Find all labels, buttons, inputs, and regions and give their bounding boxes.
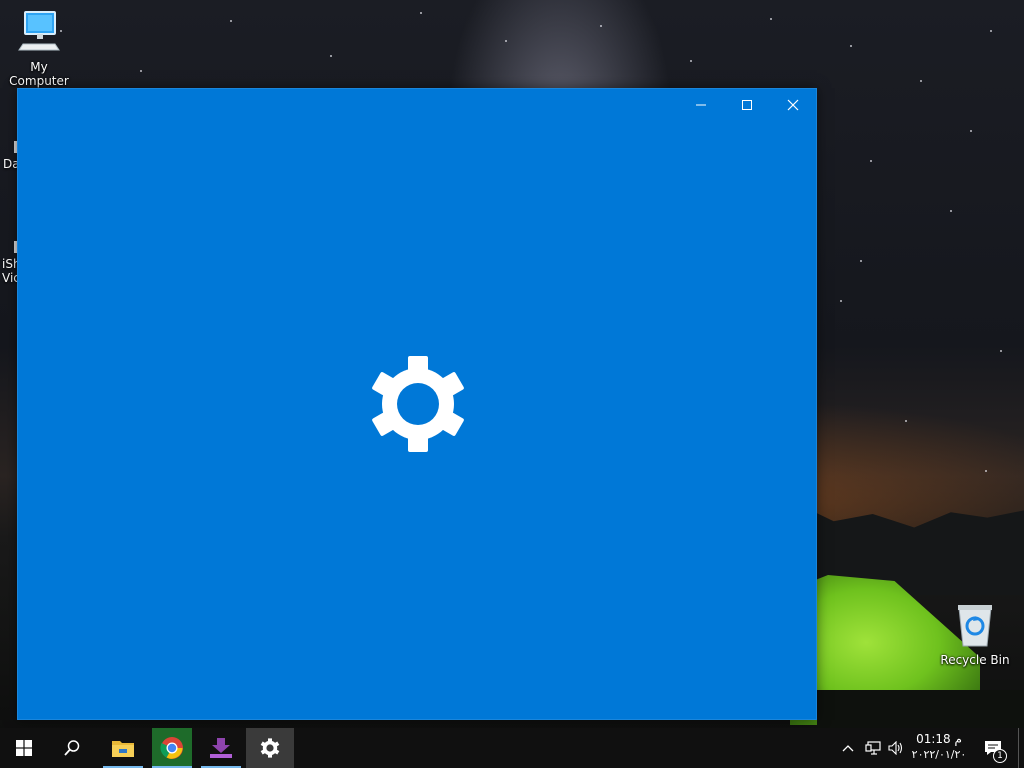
computer-icon [18,11,60,51]
taskbar-downloader[interactable] [201,728,241,768]
desktop-icon-recycle-bin[interactable]: Recycle Bin [940,602,1010,667]
search-icon [64,740,80,756]
taskbar-chrome[interactable] [152,728,192,768]
search-button[interactable] [48,728,96,768]
minimize-icon [696,104,706,106]
settings-gear-icon [372,356,464,452]
action-center-button[interactable]: 1 [978,728,1008,768]
network-tray-button[interactable] [862,728,884,768]
start-button[interactable] [0,728,48,768]
minimize-button[interactable] [678,89,724,121]
taskbar-clock[interactable]: م 01:18 ٢٠٢٢/٠١/٢٠ [908,731,970,763]
chrome-icon [160,737,183,759]
window-controls [678,89,816,121]
desktop-icon-label: Recycle Bin [940,653,1010,667]
show-desktop-button[interactable] [1018,728,1019,768]
clock-time: م 01:18 [916,732,962,746]
clock-date: ٢٠٢٢/٠١/٢٠ [911,748,967,761]
settings-window[interactable] [17,88,817,720]
notification-count-badge: 1 [993,749,1007,763]
folder-icon [112,741,134,757]
taskbar: م 01:18 ٢٠٢٢/٠١/٢٠ 1 [0,728,1024,768]
close-icon [787,99,799,111]
maximize-button[interactable] [724,89,770,121]
recycle-bin-icon [958,605,992,647]
ground [817,690,1024,730]
maximize-icon [742,100,752,110]
show-hidden-icons-button[interactable] [838,728,858,768]
desktop-icon-label: My Computer [9,60,69,88]
taskbar-file-explorer[interactable] [103,728,143,768]
volume-tray-button[interactable] [885,728,907,768]
download-icon [210,738,232,758]
volume-icon [888,741,903,755]
gear-icon [260,738,280,758]
chevron-up-icon [842,745,854,752]
close-button[interactable] [770,89,816,121]
desktop-icon-my-computer[interactable]: My Computer [0,8,78,88]
network-icon [865,741,881,755]
windows-logo-icon [16,740,32,756]
taskbar-settings[interactable] [246,728,294,768]
